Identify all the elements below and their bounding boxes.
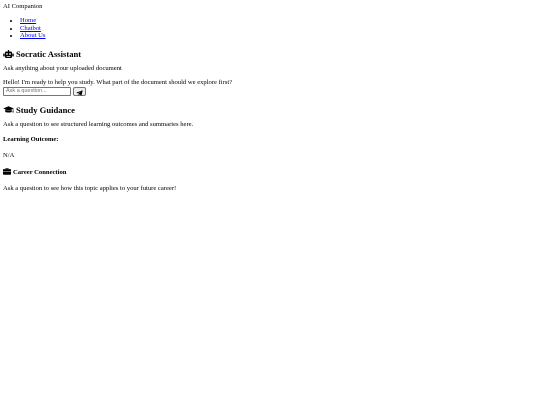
nav-item-about: About Us	[20, 32, 537, 40]
nav-link-about-us[interactable]: About Us	[20, 32, 45, 39]
career-title: Career Connection	[13, 168, 67, 176]
career-description: Ask a question to see how this topic app…	[3, 184, 177, 192]
nav-link-home[interactable]: Home	[20, 17, 36, 24]
briefcase-icon	[3, 167, 11, 178]
nav-item-chatbot: Chatbot	[20, 25, 537, 33]
nav-link-chatbot[interactable]: Chatbot	[20, 25, 41, 32]
socratic-assistant-section: Socratic Assistant Ask anything about yo…	[3, 49, 537, 96]
robot-icon	[3, 49, 14, 59]
learning-outcome-value: N/A	[3, 151, 15, 159]
send-button[interactable]	[73, 84, 86, 99]
guidance-title: Study Guidance	[16, 104, 75, 115]
guidance-heading: Study Guidance	[3, 105, 537, 116]
guidance-description: Ask a question to see structured learnin…	[3, 120, 194, 128]
graduation-cap-icon	[3, 106, 14, 114]
question-input[interactable]	[3, 86, 71, 96]
career-heading: Career Connection	[3, 167, 537, 178]
study-guidance-section: Study Guidance Ask a question to see str…	[3, 105, 537, 193]
nav-item-home: Home	[20, 17, 537, 25]
chat-form	[3, 84, 537, 99]
learning-outcome-label: Learning Outcome:	[3, 135, 59, 143]
paper-plane-icon	[76, 84, 83, 99]
main-nav: Home Chatbot About Us	[3, 17, 537, 40]
assistant-title: Socratic Assistant	[16, 48, 82, 59]
assistant-heading: Socratic Assistant	[3, 49, 537, 60]
brand-title: AI Companion	[3, 3, 43, 10]
bot-message: Hello! I'm ready to help you study. What…	[3, 78, 233, 86]
assistant-description: Ask anything about your uploaded documen…	[3, 64, 122, 72]
